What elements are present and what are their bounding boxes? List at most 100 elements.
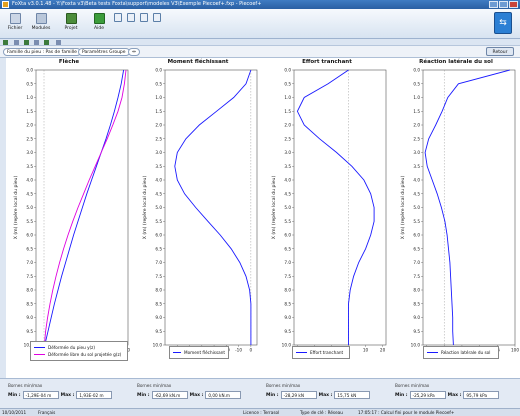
pile-icon: ⇆ bbox=[499, 18, 507, 28]
y-tick-label: 7.5 bbox=[155, 274, 162, 279]
pile-family-tag[interactable]: Famille du pieu : Pas de famille bbox=[3, 48, 81, 56]
y-tick-label: 4.0 bbox=[26, 178, 33, 183]
y-tick-label: 9.0 bbox=[155, 315, 162, 320]
group-params-button[interactable]: Paramètres Groupe bbox=[78, 48, 130, 56]
y-tick-label: 0.5 bbox=[284, 81, 291, 86]
y-tick-label: 9.0 bbox=[413, 315, 420, 320]
y-axis-label: X (m) (repère local du pieu) bbox=[270, 176, 277, 240]
bounds-shear: Bornes min/max Min : -28,29 kN Max :15,75 … bbox=[266, 383, 371, 405]
stop-icon[interactable] bbox=[34, 40, 39, 45]
status-date: 10/10/2011 bbox=[2, 410, 27, 415]
legend-swatch bbox=[427, 352, 438, 353]
bounds-bar: Bornes min/max Min : -1,29E-04 m Max :1,93… bbox=[0, 378, 520, 408]
chart-soil-reaction: Réaction latérale du sol 0.0 0.5 1.0 1.5 2.0… bbox=[393, 58, 519, 378]
bounds-moment: Bornes min/max Min : -62,69 kN.m Max :0,00… bbox=[137, 383, 242, 405]
y-tick-label: 6.5 bbox=[155, 246, 162, 251]
y-tick-label: 6.5 bbox=[284, 246, 291, 251]
y-tick-label: 8.5 bbox=[155, 301, 162, 306]
step-icon[interactable] bbox=[56, 40, 61, 45]
y-tick-label: 1.0 bbox=[413, 95, 420, 100]
minimize-button[interactable] bbox=[489, 1, 498, 8]
max-value-field[interactable]: 0,00 kN.m bbox=[205, 391, 242, 399]
y-tick-label: 3.0 bbox=[155, 150, 162, 155]
ribbon-tool-1[interactable] bbox=[112, 11, 124, 37]
ribbon-modules-button[interactable]: Modules bbox=[30, 11, 52, 37]
y-tick-label: 9.0 bbox=[26, 315, 33, 320]
status-message: 17:05:17 : Calcul fini pour le module Pi… bbox=[358, 410, 455, 415]
pile-view-button[interactable]: ⇆ bbox=[494, 12, 512, 34]
ribbon-tool-2[interactable] bbox=[125, 11, 137, 37]
y-tick-label: 1.5 bbox=[155, 109, 162, 114]
ribbon-file-button[interactable]: Fichier bbox=[4, 11, 26, 37]
y-tick-label: 1.0 bbox=[284, 95, 291, 100]
y-tick-label: 4.5 bbox=[26, 191, 33, 196]
y-tick-label: 0.5 bbox=[26, 81, 33, 86]
y-tick-label: 4.0 bbox=[284, 178, 291, 183]
deflection-plot: 0.0 0.5 1.0 1.5 2.0 2.5 3.0 3.5 4.0 4.5 5.0 5.5 6.0 6… bbox=[12, 68, 130, 360]
y-tick-label: 3.5 bbox=[284, 164, 291, 169]
y-tick-label: 4.5 bbox=[155, 191, 162, 196]
y-tick-label: 3.5 bbox=[26, 164, 33, 169]
x-tick-label: -10 bbox=[235, 348, 242, 353]
status-key-type: Type de clé : Réseau bbox=[300, 410, 343, 415]
y-tick-label: 0.0 bbox=[26, 68, 33, 73]
play-icon[interactable] bbox=[44, 40, 49, 45]
ribbon-tool-3[interactable] bbox=[138, 11, 150, 37]
status-license: Licence : Terrasol bbox=[243, 410, 280, 415]
max-value-field[interactable]: 15,75 kN bbox=[334, 391, 371, 399]
max-value-field[interactable]: 1,93E-02 m bbox=[76, 391, 113, 399]
stop-icon[interactable] bbox=[14, 40, 19, 45]
y-tick-label: 2.5 bbox=[284, 136, 291, 141]
x-tick-label: 10 bbox=[363, 348, 369, 353]
y-tick-label: 8.0 bbox=[26, 288, 33, 293]
y-tick-label: 7.5 bbox=[284, 274, 291, 279]
chart-bending-moment: Moment fléchissant 0.0 0.5 1.0 1.5 2.0 2.5 3.0… bbox=[135, 58, 261, 378]
y-tick-label: 8.0 bbox=[155, 288, 162, 293]
y-tick-label: 1.0 bbox=[155, 95, 162, 100]
soil-reaction-plot: 0.0 0.5 1.0 1.5 2.0 2.5 3.0 3.5 4.0 4.5 5.0 5.5 6.0 6… bbox=[399, 68, 519, 360]
moment-plot: 0.0 0.5 1.0 1.5 2.0 2.5 3.0 3.5 4.0 4.5 5.0 5.5 6.0 6… bbox=[141, 68, 258, 359]
y-tick-label: 7.5 bbox=[26, 274, 33, 279]
y-tick-label: 6.0 bbox=[413, 233, 420, 238]
y-tick-label: 2.0 bbox=[284, 123, 291, 128]
y-tick-label: 2.0 bbox=[155, 123, 162, 128]
y-tick-label: 2.0 bbox=[26, 123, 33, 128]
swap-icon[interactable]: ⇔ bbox=[128, 48, 140, 56]
y-tick-label: 2.0 bbox=[413, 123, 420, 128]
title-bar: FoXta v3.0.1.48 - Y:\Foxta v3\Beta tests… bbox=[0, 0, 520, 9]
play-icon[interactable] bbox=[3, 40, 8, 45]
status-language: Français bbox=[38, 410, 56, 415]
y-axis-label: X (m) (repère local du pieu) bbox=[399, 176, 406, 240]
document-icon bbox=[114, 13, 122, 22]
y-tick-label: 0.0 bbox=[413, 68, 420, 73]
back-button[interactable]: Retour bbox=[486, 47, 514, 56]
document-icon bbox=[127, 13, 135, 22]
maximize-button[interactable] bbox=[499, 1, 508, 8]
ribbon-help-button[interactable]: Aide bbox=[88, 11, 110, 37]
play-icon[interactable] bbox=[24, 40, 29, 45]
close-button[interactable] bbox=[509, 1, 518, 8]
y-axis-label: X (m) (repère local du pieu) bbox=[141, 176, 148, 240]
y-tick-label: 8.5 bbox=[26, 301, 33, 306]
y-tick-label: 10.0 bbox=[411, 343, 421, 348]
min-value-field[interactable]: -1,29E-04 m bbox=[22, 391, 59, 399]
y-tick-label: 6.5 bbox=[26, 246, 33, 251]
min-value-field[interactable]: -25,29 kPa bbox=[409, 391, 446, 399]
ribbon-tool-4[interactable] bbox=[151, 11, 163, 37]
min-value-field[interactable]: -28,29 kN bbox=[280, 391, 317, 399]
min-value-field[interactable]: -62,69 kN.m bbox=[151, 391, 188, 399]
y-tick-label: 0.5 bbox=[155, 81, 162, 86]
y-tick-label: 5.5 bbox=[155, 219, 162, 224]
ribbon-project-button[interactable]: Projet bbox=[60, 11, 82, 37]
y-tick-label: 8.0 bbox=[284, 288, 291, 293]
y-tick-label: 9.5 bbox=[155, 329, 162, 334]
window-title: FoXta v3.0.1.48 - Y:\Foxta v3\Beta tests… bbox=[12, 1, 262, 7]
y-tick-label: 1.5 bbox=[26, 109, 33, 114]
chart-legend: Réaction latérale du sol bbox=[423, 346, 499, 359]
chart-legend: Moment fléchissant bbox=[169, 346, 229, 359]
max-value-field[interactable]: 95,79 kPa bbox=[463, 391, 500, 399]
x-tick-label: 0 bbox=[250, 348, 253, 353]
y-tick-label: 3.5 bbox=[413, 164, 420, 169]
plot-frame bbox=[293, 69, 387, 346]
y-tick-label: 6.0 bbox=[26, 233, 33, 238]
